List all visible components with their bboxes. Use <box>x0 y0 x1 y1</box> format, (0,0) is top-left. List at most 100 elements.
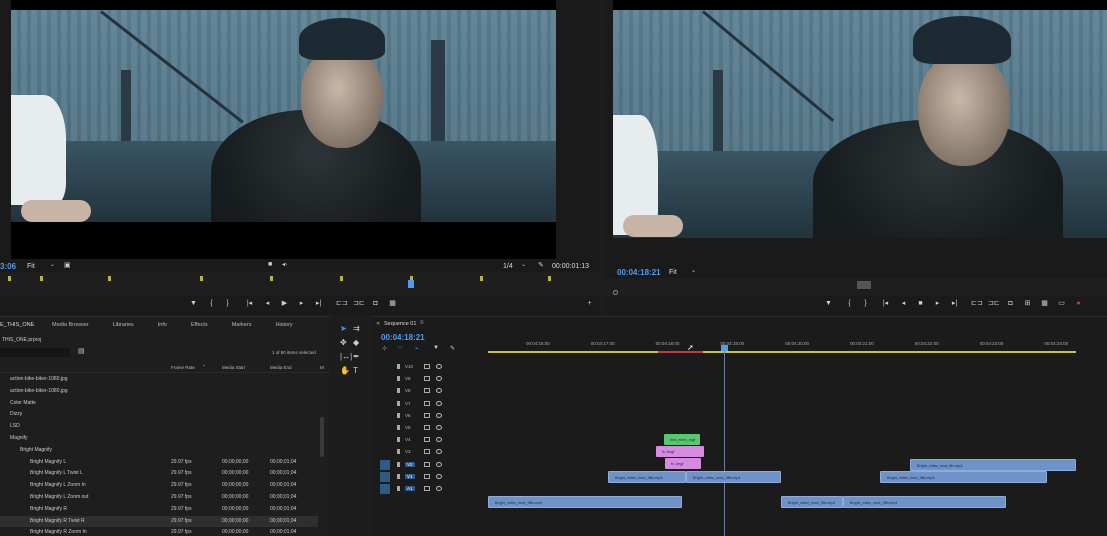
eye-icon[interactable] <box>436 412 442 418</box>
source-fraction-select[interactable]: 1/4 <box>503 263 513 270</box>
track-header[interactable]: A1 <box>372 483 488 495</box>
timeline-playhead-line[interactable] <box>724 345 725 536</box>
timeline-clip[interactable]: fx 1mgf <box>656 446 704 457</box>
menu-icon[interactable]: ≡ <box>420 320 424 326</box>
eye-icon[interactable] <box>436 400 442 406</box>
track-header[interactable]: V4 <box>372 434 488 446</box>
sync-lock-icon[interactable] <box>424 486 430 491</box>
sync-lock-icon[interactable] <box>424 364 430 369</box>
sync-lock-icon[interactable] <box>424 412 430 418</box>
timeline-clip[interactable]: Bright_videz_mod_3fliv.mp4 <box>686 471 781 483</box>
track-select-icon[interactable]: ⇉ <box>353 324 360 333</box>
wrench-icon[interactable]: ✎ <box>450 345 455 352</box>
timeline-clip[interactable]: fx 1mgf <box>665 458 701 469</box>
lock-icon[interactable] <box>397 388 400 394</box>
type-tool-icon[interactable]: T <box>353 366 358 375</box>
snap-icon[interactable]: ∩ <box>398 345 402 351</box>
sync-lock-icon[interactable] <box>424 400 430 406</box>
eye-icon[interactable] <box>436 425 442 430</box>
eye-icon[interactable] <box>436 376 442 382</box>
go-to-in-icon[interactable]: |◂ <box>880 299 891 309</box>
track-header[interactable]: V6 <box>372 410 488 422</box>
eye-icon[interactable] <box>436 364 442 369</box>
razor-tool-icon[interactable]: ◆ <box>353 338 359 347</box>
program-fit-select[interactable]: Fit <box>669 269 677 276</box>
chevron-down-icon[interactable]: ⌄ <box>521 261 526 268</box>
list-item[interactable]: Bright Magnify R Twist R 29.97 fps 00;00;0… <box>0 515 318 528</box>
timeline-clip[interactable]: Bright_videz_mod_fliv.mp4 <box>910 459 1076 471</box>
source-scrub-ruler[interactable] <box>0 272 600 296</box>
trim-icon[interactable]: ▭ <box>1056 299 1067 309</box>
sync-lock-icon[interactable] <box>424 449 430 455</box>
eye-icon[interactable] <box>436 388 442 394</box>
camera-icon[interactable]: ◘ <box>1005 299 1016 309</box>
lock-icon[interactable] <box>397 473 400 479</box>
track-target[interactable] <box>380 459 390 470</box>
list-item[interactable]: action-bike-biker-1080.jpg <box>0 386 318 398</box>
column-media-start[interactable]: Media Start <box>222 365 245 370</box>
timeline-clip[interactable]: Bright_videz_mod_3fliv.mp4 <box>488 496 682 508</box>
eye-icon[interactable] <box>436 461 442 467</box>
sync-lock-icon[interactable] <box>424 376 430 382</box>
marker-square-icon[interactable]: ■ <box>268 261 272 268</box>
tab-effects[interactable]: Effects <box>179 322 220 328</box>
source-video-frame[interactable] <box>11 10 556 222</box>
list-item[interactable]: LSD <box>0 421 318 433</box>
tab-info[interactable]: Info <box>146 322 179 328</box>
track-header[interactable]: V10 <box>372 361 488 373</box>
selection-tool-icon[interactable]: ➤ <box>340 324 347 333</box>
search-input[interactable] <box>0 348 70 357</box>
button-editor-icon[interactable]: ▦ <box>387 299 398 309</box>
sync-lock-icon[interactable] <box>424 425 430 430</box>
sync-lock-icon[interactable] <box>424 437 430 443</box>
work-area-bar[interactable] <box>488 351 1076 353</box>
list-item[interactable]: Magnify <box>0 433 318 445</box>
eye-icon[interactable] <box>436 473 442 479</box>
source-playhead[interactable] <box>408 280 414 288</box>
extract-icon[interactable]: ⊐⊏ <box>988 299 1000 309</box>
compare-icon[interactable]: ⊞ <box>1022 299 1033 309</box>
record-icon[interactable]: ● <box>1073 299 1084 309</box>
marker-icon[interactable]: ▼ <box>433 345 439 351</box>
list-item[interactable]: Dizzy <box>0 409 318 421</box>
lock-icon[interactable] <box>397 400 400 406</box>
list-item[interactable]: Bright Magnify L Zoom out 29.97 fps 00;00;… <box>0 492 318 504</box>
tab-history[interactable]: History <box>264 322 305 328</box>
lock-icon[interactable] <box>397 461 400 467</box>
track-header[interactable]: V8 <box>372 385 488 397</box>
lock-icon[interactable] <box>397 376 400 382</box>
timeline-clip[interactable]: Bright_videz_mod_3fliv.mp4 <box>843 496 1006 508</box>
track-header[interactable]: V9 <box>372 373 488 385</box>
list-item[interactable]: Bright Magnify L 29.97 fps 00;00;00;00 00;0… <box>0 457 318 469</box>
track-header[interactable]: V3 <box>372 446 488 458</box>
lock-icon[interactable] <box>397 425 400 430</box>
go-to-in-icon[interactable]: |◂ <box>244 299 255 309</box>
lock-icon[interactable] <box>397 486 400 491</box>
mark-out-icon[interactable]: } <box>222 299 233 309</box>
project-scrollbar[interactable] <box>320 417 324 457</box>
overwrite-icon[interactable]: ⊐⊏ <box>353 299 365 309</box>
source-fit-select[interactable]: Fit <box>27 263 35 270</box>
list-item[interactable]: action-bike-biker-1080.jpg <box>0 374 318 386</box>
track-header[interactable]: V7 <box>372 398 488 410</box>
column-frame-rate[interactable]: Frame Rate <box>171 365 195 370</box>
step-forward-icon[interactable]: ▸ <box>932 299 943 309</box>
chevron-down-icon[interactable]: ⌄ <box>691 267 696 274</box>
add-button-icon[interactable]: + <box>584 299 595 309</box>
close-icon[interactable]: ✕ <box>376 321 380 327</box>
playhead-circle[interactable] <box>613 290 618 295</box>
lock-icon[interactable] <box>397 412 400 418</box>
lock-icon[interactable] <box>397 364 400 369</box>
timeline-clip[interactable]: Bright_videz_mod_3fliv.mp4 <box>781 496 843 508</box>
list-item[interactable]: Bright Magnify R Zoom In 29.97 fps 00;00;0… <box>0 527 318 536</box>
sync-lock-icon[interactable] <box>424 388 430 394</box>
step-forward-icon[interactable]: ▸ <box>296 299 307 309</box>
audio-icon[interactable]: ◂› <box>282 261 287 268</box>
program-timecode[interactable]: 00:04:18:21 <box>617 268 661 277</box>
sequence-tab[interactable]: Sequence 01 <box>384 321 416 327</box>
go-to-out-icon[interactable]: ▸| <box>313 299 324 309</box>
vr-icon[interactable]: ▦ <box>1039 299 1050 309</box>
list-item[interactable]: Bright Magnify L Zoom In 29.97 fps 00;00;0… <box>0 480 318 492</box>
tab-media-browser[interactable]: Media Browser <box>40 322 101 328</box>
sync-lock-icon[interactable] <box>424 473 430 479</box>
